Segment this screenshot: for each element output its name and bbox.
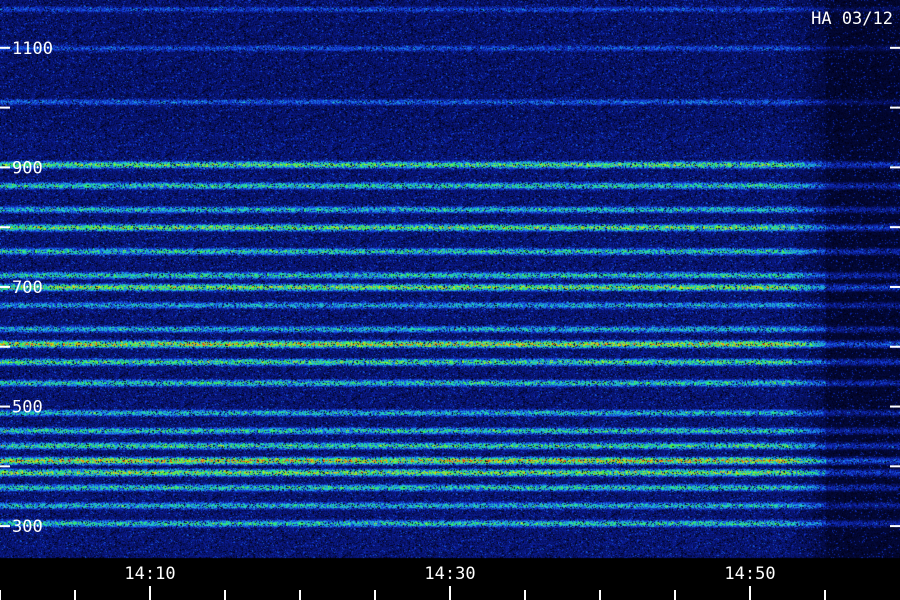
chart-title: HA 03/12 <box>811 9 893 29</box>
x-tick-label: 14:30 <box>424 564 475 584</box>
chart-axes: HA 03/12 300 500 700 900 1100 14:10 14:30 14:5… <box>0 9 900 600</box>
x-axis: 14:10 14:30 14:50 <box>0 564 826 600</box>
y-tick-label: 300 <box>12 517 43 537</box>
spectrogram-chart: HA 03/12 300 500 700 900 1100 14:10 14:30 14:5… <box>0 0 900 600</box>
y-tick-label: 900 <box>12 158 43 178</box>
x-tick-label: 14:50 <box>724 564 775 584</box>
y-tick-label: 500 <box>12 398 43 418</box>
y-axis: 300 500 700 900 1100 <box>0 39 900 537</box>
x-tick-label: 14:10 <box>124 564 175 584</box>
y-tick-label: 700 <box>12 278 43 298</box>
y-tick-label: 1100 <box>12 39 53 59</box>
